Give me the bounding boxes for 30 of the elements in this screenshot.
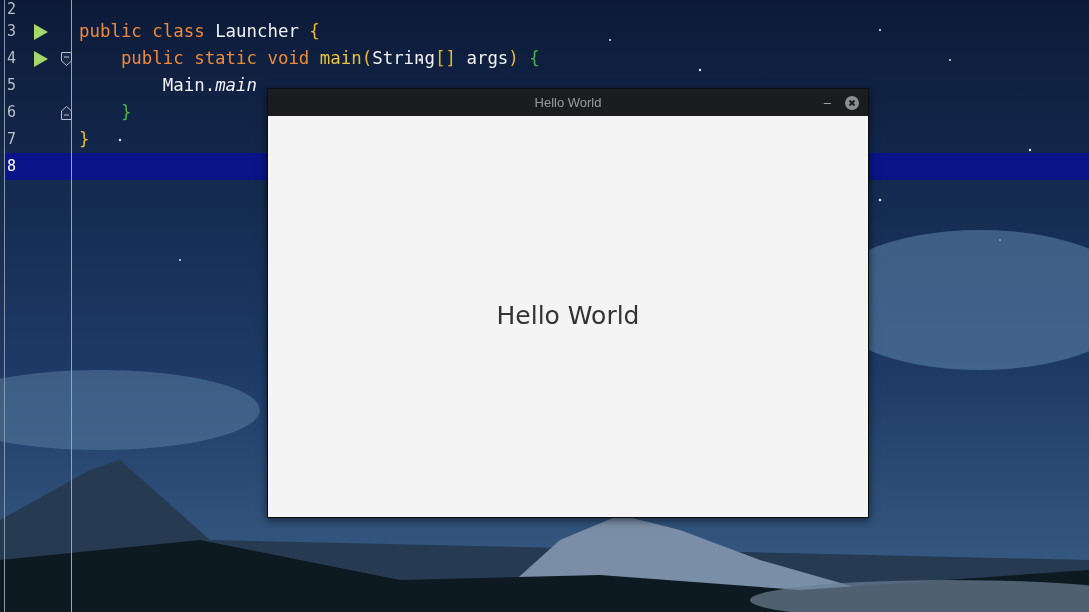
code-token: { [529,47,540,71]
fold-icon[interactable] [60,105,72,120]
code-token: public class [79,20,206,44]
line-number: 5 [6,75,18,97]
close-icon[interactable] [845,95,859,110]
code-token: public static void [119,47,311,71]
code-token: main [319,47,362,71]
code-token: } [79,128,90,152]
line-number: 7 [6,129,18,151]
code-token: args [465,47,509,71]
run-icon[interactable] [34,50,48,67]
run-icon[interactable] [34,23,48,40]
code-token: ( [361,47,373,71]
hello-label: Hello World [496,299,640,332]
code-token: main [215,74,257,98]
minimize-button[interactable]: – [823,96,831,109]
code-token: { [309,20,320,44]
line-number: 6 [6,102,18,124]
line-number: 3 [6,21,18,43]
code-token: ) [508,47,520,71]
fold-icon[interactable] [60,51,72,66]
line-number: 2 [6,0,18,20]
code-token: String [372,47,435,71]
line-number: 4 [6,48,18,70]
line-number: 8 [6,156,18,178]
code-token: Main. [161,74,216,98]
code-token: Launcher [215,20,300,44]
window-title: Hello World [534,93,602,112]
code-token: } [119,101,132,125]
code-token: [] [435,47,456,71]
